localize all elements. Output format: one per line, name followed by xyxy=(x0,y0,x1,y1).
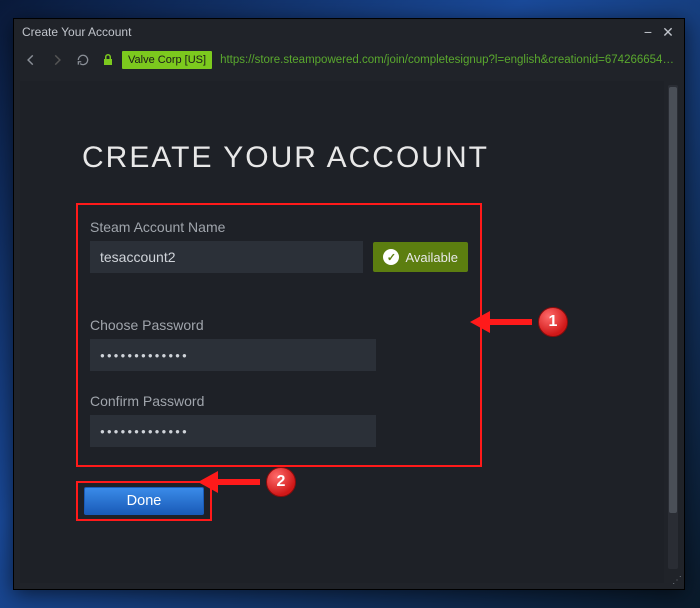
minimize-button[interactable]: − xyxy=(638,22,658,42)
account-name-label: Steam Account Name xyxy=(90,219,468,235)
choose-password-input[interactable] xyxy=(90,339,376,371)
account-name-input[interactable] xyxy=(90,241,363,273)
choose-password-label: Choose Password xyxy=(90,317,468,333)
certificate-badge: Valve Corp [US] xyxy=(122,51,212,69)
confirm-password-input[interactable] xyxy=(90,415,376,447)
close-button[interactable]: ✕ xyxy=(658,22,678,42)
reload-button[interactable] xyxy=(72,49,94,71)
dialog-window: Create Your Account − ✕ Valve Corp [US] … xyxy=(13,18,685,590)
lock-icon xyxy=(98,50,118,70)
page-content: CREATE YOUR ACCOUNT Steam Account Name ✓… xyxy=(20,81,664,583)
forward-button[interactable] xyxy=(46,49,68,71)
credentials-form: Steam Account Name ✓ Available Choose Pa… xyxy=(76,203,482,467)
scrollbar-thumb[interactable] xyxy=(669,87,677,513)
back-button[interactable] xyxy=(20,49,42,71)
done-button[interactable]: Done xyxy=(84,487,204,515)
reload-icon xyxy=(76,53,90,67)
window-title: Create Your Account xyxy=(20,25,638,39)
availability-label: Available xyxy=(405,250,458,265)
confirm-password-label: Confirm Password xyxy=(90,393,468,409)
done-button-highlight: Done xyxy=(76,481,212,521)
address-bar: Valve Corp [US] https://store.steampower… xyxy=(14,45,684,75)
content-wrap: CREATE YOUR ACCOUNT Steam Account Name ✓… xyxy=(14,75,684,589)
url-text[interactable]: https://store.steampowered.com/join/comp… xyxy=(216,54,678,66)
account-name-row: ✓ Available xyxy=(90,241,468,273)
check-icon: ✓ xyxy=(383,249,399,265)
titlebar: Create Your Account − ✕ xyxy=(14,19,684,45)
availability-badge: ✓ Available xyxy=(373,242,468,272)
forward-icon xyxy=(50,53,64,67)
scrollbar[interactable] xyxy=(668,85,678,569)
resize-grip-icon[interactable]: ⋰ xyxy=(670,575,682,587)
back-icon xyxy=(24,53,38,67)
page-title: CREATE YOUR ACCOUNT xyxy=(82,141,664,175)
